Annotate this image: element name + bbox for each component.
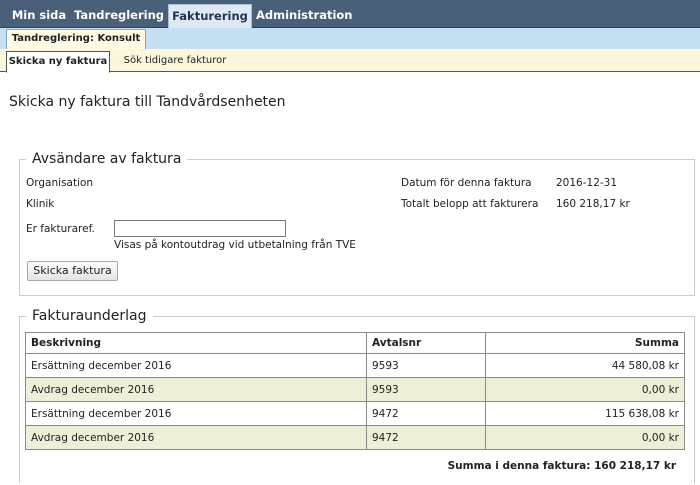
reference-help-text: Visas på kontoutdrag vid utbetalning frå… bbox=[114, 239, 356, 251]
table-row: Ersättning december 2016 9472 115 638,08… bbox=[25, 401, 685, 426]
invoice-total: Summa i denna faktura: 160 218,17 kr bbox=[447, 460, 676, 472]
row-description: Ersättning december 2016 bbox=[25, 353, 367, 378]
sub-navigation: Tandreglering: Konsult bbox=[0, 28, 700, 50]
column-header-description: Beskrivning bbox=[25, 332, 367, 354]
tab-tandreglering[interactable]: Tandreglering bbox=[74, 4, 164, 28]
table-header-row: Beskrivning Avtalsnr Summa bbox=[25, 332, 685, 354]
date-value: 2016-12-31 bbox=[556, 177, 618, 189]
reference-input[interactable] bbox=[114, 220, 286, 237]
organisation-label: Organisation bbox=[26, 177, 94, 189]
tab-search-invoices[interactable]: Sök tidigare fakturor bbox=[118, 51, 232, 72]
row-agreement-number: 9472 bbox=[366, 425, 486, 450]
top-navigation: Min sida Tandreglering Fakturering Admin… bbox=[0, 0, 700, 29]
date-label: Datum för denna faktura bbox=[401, 177, 532, 189]
table-row: Avdrag december 2016 9593 0,00 kr bbox=[25, 377, 685, 402]
sender-legend: Avsändare av faktura bbox=[26, 151, 188, 167]
row-sum: 0,00 kr bbox=[485, 425, 685, 450]
subtab-tandreglering-konsult[interactable]: Tandreglering: Konsult bbox=[6, 29, 146, 50]
total-amount-value: 160 218,17 kr bbox=[556, 198, 630, 210]
tab-send-invoice[interactable]: Skicka ny faktura bbox=[6, 51, 110, 73]
page-tabs: Skicka ny faktura Sök tidigare fakturor bbox=[0, 49, 700, 73]
row-sum: 44 580,08 kr bbox=[485, 353, 685, 378]
send-invoice-button[interactable]: Skicka faktura bbox=[27, 261, 118, 281]
invoice-basis-table: Beskrivning Avtalsnr Summa Ersättning de… bbox=[25, 332, 685, 450]
table-row: Ersättning december 2016 9593 44 580,08 … bbox=[25, 353, 685, 378]
invoice-basis-legend: Fakturaunderlag bbox=[26, 308, 153, 324]
row-sum: 115 638,08 kr bbox=[485, 401, 685, 426]
row-description: Avdrag december 2016 bbox=[25, 377, 367, 402]
row-description: Ersättning december 2016 bbox=[25, 401, 367, 426]
reference-label: Er fakturaref. bbox=[26, 223, 95, 235]
row-agreement-number: 9593 bbox=[366, 353, 486, 378]
column-header-sum: Summa bbox=[485, 332, 685, 354]
column-header-agreement-number: Avtalsnr bbox=[366, 332, 486, 354]
row-agreement-number: 9593 bbox=[366, 377, 486, 402]
row-description: Avdrag december 2016 bbox=[25, 425, 367, 450]
tab-min-sida[interactable]: Min sida bbox=[6, 4, 72, 28]
klinik-label: Klinik bbox=[26, 198, 55, 210]
tab-fakturering[interactable]: Fakturering bbox=[168, 4, 252, 29]
table-row: Avdrag december 2016 9472 0,00 kr bbox=[25, 425, 685, 450]
row-sum: 0,00 kr bbox=[485, 377, 685, 402]
total-amount-label: Totalt belopp att fakturera bbox=[401, 198, 539, 210]
page-title: Skicka ny faktura till Tandvårdsenheten bbox=[9, 94, 286, 110]
tab-administration[interactable]: Administration bbox=[256, 4, 353, 28]
row-agreement-number: 9472 bbox=[366, 401, 486, 426]
